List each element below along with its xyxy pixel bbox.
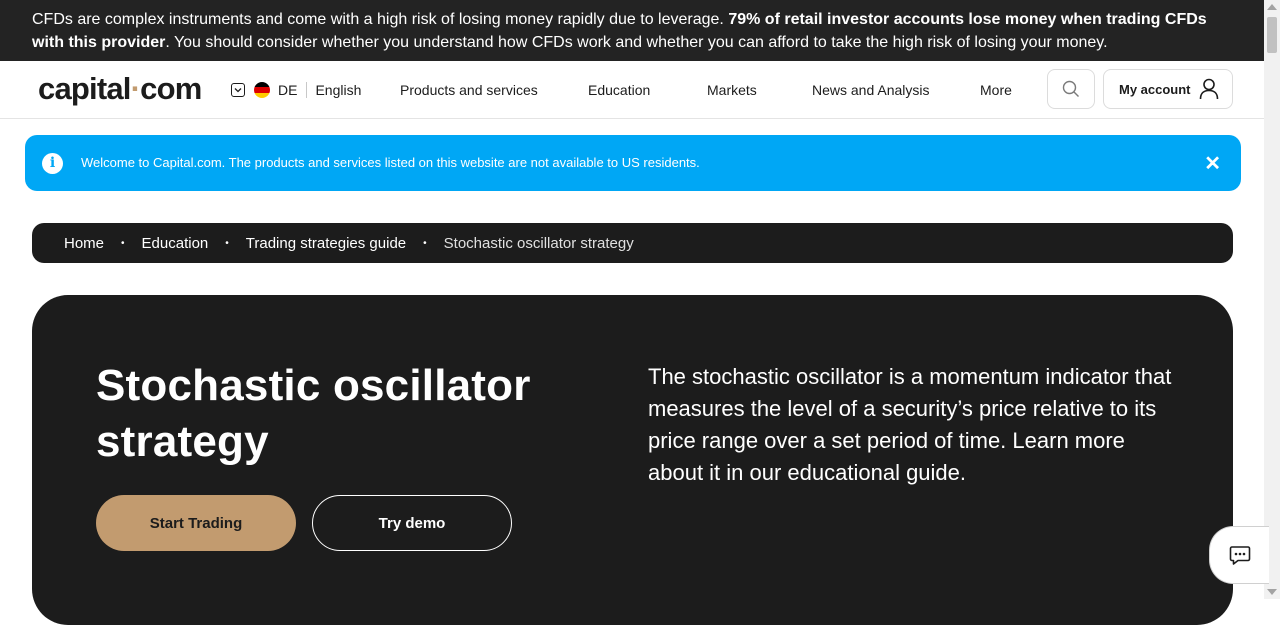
breadcrumb-trading-strategies-guide[interactable]: Trading strategies guide [246, 235, 406, 252]
my-account-button[interactable]: My account [1103, 69, 1233, 109]
scrollbar-thumb[interactable] [1267, 17, 1277, 53]
scroll-up-icon[interactable] [1267, 4, 1277, 10]
try-demo-button[interactable]: Try demo [312, 495, 512, 551]
chat-button[interactable] [1209, 526, 1269, 584]
breadcrumb-separator: • [121, 237, 125, 249]
logo-text-com: com [140, 71, 202, 106]
breadcrumb-separator: • [423, 237, 427, 249]
notice-text: Welcome to Capital.com. The products and… [81, 155, 700, 170]
hero-description: The stochastic oscillator is a momentum … [648, 364, 1172, 485]
close-icon[interactable]: ✕ [1204, 151, 1221, 176]
main-header: capital·com DE English Products and serv… [0, 61, 1264, 119]
breadcrumb-current: Stochastic oscillator strategy [443, 234, 634, 252]
user-icon [1199, 78, 1218, 100]
page-scrollbar[interactable] [1264, 0, 1280, 599]
language-divider [306, 82, 308, 98]
info-icon: i [42, 153, 63, 174]
chat-icon [1229, 546, 1250, 565]
nav-education[interactable]: Education [588, 82, 650, 98]
search-button[interactable] [1047, 69, 1095, 109]
capital-logo[interactable]: capital·com [38, 71, 202, 107]
breadcrumb-separator: • [225, 237, 229, 249]
us-residents-notice: i Welcome to Capital.com. The products a… [25, 135, 1241, 191]
scroll-down-icon[interactable] [1267, 589, 1277, 595]
language-label[interactable]: English [315, 82, 361, 98]
chevron-down-icon[interactable] [231, 83, 245, 97]
risk-warning-text: CFDs are complex instruments and come wi… [32, 11, 729, 28]
logo-text-capital: capital [38, 71, 131, 106]
page-title: Stochastic oscillator strategy [96, 361, 531, 466]
country-code[interactable]: DE [278, 82, 297, 98]
my-account-label: My account [1119, 81, 1191, 97]
language-selector[interactable]: DE English [231, 81, 361, 99]
germany-flag-icon [254, 82, 270, 98]
breadcrumb-education[interactable]: Education [142, 235, 209, 252]
risk-warning-banner: CFDs are complex instruments and come wi… [0, 0, 1264, 61]
risk-warning-text-end: . You should consider whether you unders… [165, 34, 1108, 51]
start-trading-button[interactable]: Start Trading [96, 495, 296, 551]
breadcrumb: Home • Education • Trading strategies gu… [32, 223, 1233, 263]
nav-news-and-analysis[interactable]: News and Analysis [812, 82, 930, 98]
nav-products-and-services[interactable]: Products and services [400, 82, 538, 98]
nav-markets[interactable]: Markets [707, 82, 757, 98]
breadcrumb-home[interactable]: Home [64, 235, 104, 252]
logo-dot: · [130, 71, 141, 106]
search-icon [1062, 80, 1079, 97]
nav-more[interactable]: More [980, 82, 1012, 98]
hero-section: Stochastic oscillator strategy Start Tra… [32, 295, 1233, 625]
